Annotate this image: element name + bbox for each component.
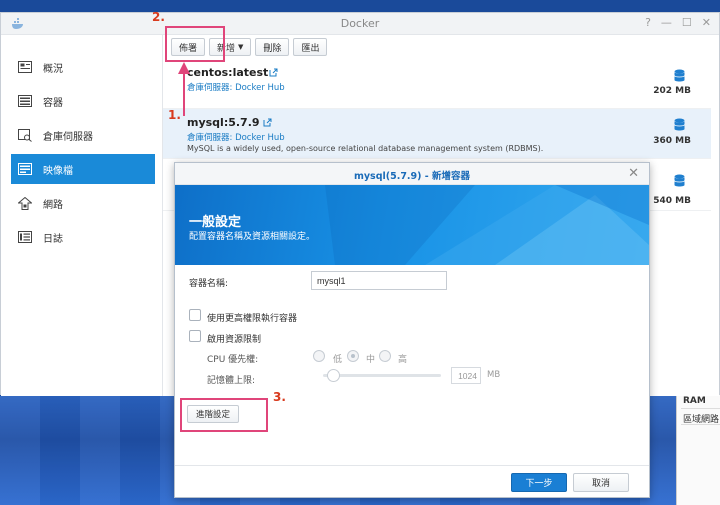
dialog-title[interactable]: mysql(5.7.9) - 新增容器: [175, 163, 649, 185]
delete-button[interactable]: 刪除: [255, 38, 290, 56]
memory-unit: MB: [487, 370, 501, 380]
image-name: mysql:5.7.9: [187, 116, 260, 129]
divider: [681, 424, 720, 425]
annotation-number-3: 3.: [273, 390, 286, 404]
image-source: 倉庫伺服器: Docker Hub: [187, 133, 285, 143]
sidebar-item-network[interactable]: 網路: [11, 188, 155, 218]
cpu-medium-label: 中: [366, 355, 376, 365]
container-name-input[interactable]: [311, 271, 447, 290]
resource-limit-checkbox[interactable]: [189, 330, 201, 342]
banner-decoration: [325, 185, 649, 265]
annotation-arrow: [178, 62, 190, 116]
sidebar-item-container[interactable]: 容器: [11, 86, 155, 116]
sidebar-item-label: 日誌: [43, 233, 63, 245]
network-icon: [17, 196, 33, 210]
close-icon[interactable]: ✕: [628, 166, 639, 181]
image-size: 360 MB: [653, 136, 691, 146]
cpu-low-label: 低: [333, 355, 343, 365]
cpu-low-radio[interactable]: [313, 350, 325, 362]
cpu-high-label: 高: [398, 355, 408, 365]
annotation-box-launch: [165, 26, 225, 62]
privilege-label: 使用更高權限執行容器: [207, 314, 298, 324]
export-button[interactable]: 匯出: [293, 38, 328, 56]
maximize-icon[interactable]: ☐: [682, 16, 692, 29]
sidebar-item-registry[interactable]: 倉庫伺服器: [11, 120, 155, 150]
memory-slider-handle[interactable]: [327, 369, 340, 382]
resource-monitor-widget: RAM 區域網路 1: [676, 392, 720, 505]
memory-slider-track[interactable]: [323, 374, 441, 377]
close-icon[interactable]: ✕: [702, 16, 711, 29]
cpu-priority-label: CPU 優先權:: [207, 355, 259, 365]
resource-limit-label: 啟用資源限制: [207, 335, 262, 345]
image-icon: [17, 162, 33, 176]
image-source: 倉庫伺服器: Docker Hub: [187, 83, 285, 93]
external-link-icon[interactable]: [263, 118, 272, 127]
memory-limit-input[interactable]: [451, 367, 481, 384]
dialog-footer: 下一步 取消: [175, 465, 649, 497]
log-icon: [17, 230, 33, 244]
sidebar-item-label: 容器: [43, 97, 63, 109]
help-icon[interactable]: ?: [645, 16, 651, 29]
container-name-label: 容器名稱:: [189, 279, 229, 289]
image-name: centos:latest: [187, 66, 269, 79]
database-icon: [674, 118, 685, 131]
database-icon: [674, 174, 685, 187]
external-link-icon[interactable]: [269, 68, 278, 77]
sidebar-item-label: 概況: [43, 63, 63, 75]
cpu-high-radio[interactable]: [379, 350, 391, 362]
image-description: MySQL is a widely used, open-source rela…: [187, 144, 544, 153]
banner-title: 一般設定: [189, 215, 242, 230]
memory-limit-label: 記憶體上限:: [207, 376, 256, 386]
sidebar-item-label: 倉庫伺服器: [43, 131, 93, 143]
minimize-icon[interactable]: —: [661, 16, 672, 29]
cpu-medium-radio[interactable]: [347, 350, 359, 362]
sidebar-item-label: 映像檔: [43, 165, 73, 177]
privilege-checkbox[interactable]: [189, 309, 201, 321]
image-size: 202 MB: [653, 86, 691, 96]
container-list-icon: [17, 94, 33, 108]
image-row-selected[interactable]: mysql:5.7.9 倉庫伺服器: Docker Hub MySQL is a…: [163, 109, 711, 159]
sidebar-item-image[interactable]: 映像檔: [11, 154, 155, 184]
ram-label: RAM: [683, 396, 706, 406]
image-row[interactable]: centos:latest 倉庫伺服器: Docker Hub 202 MB: [163, 61, 711, 109]
sidebar-item-overview[interactable]: 概況: [11, 52, 155, 82]
overview-icon: [17, 60, 33, 74]
window-title: Docker: [340, 17, 380, 30]
dialog-banner: 一般設定 配置容器名稱及資源相關設定。: [175, 185, 649, 265]
database-icon: [674, 69, 685, 82]
title-bar[interactable]: Docker ? — ☐ ✕: [1, 13, 719, 35]
create-container-dialog: mysql(5.7.9) - 新增容器 ✕ 一般設定 配置容器名稱及資源相關設定…: [174, 162, 650, 498]
next-button[interactable]: 下一步: [511, 473, 567, 492]
sidebar: 概況 容器 倉庫伺服器 映像檔 網路 日誌: [1, 35, 163, 396]
annotation-number-2: 2.: [152, 10, 165, 24]
image-size: 540 MB: [653, 196, 691, 206]
sidebar-item-log[interactable]: 日誌: [11, 222, 155, 252]
banner-subtitle: 配置容器名稱及資源相關設定。: [189, 232, 316, 242]
registry-icon: [17, 128, 33, 142]
divider: [681, 408, 720, 409]
annotation-box-advanced: [180, 398, 268, 432]
cancel-button[interactable]: 取消: [573, 473, 629, 492]
chevron-down-icon: ▼: [238, 43, 244, 51]
sidebar-item-label: 網路: [43, 199, 63, 211]
